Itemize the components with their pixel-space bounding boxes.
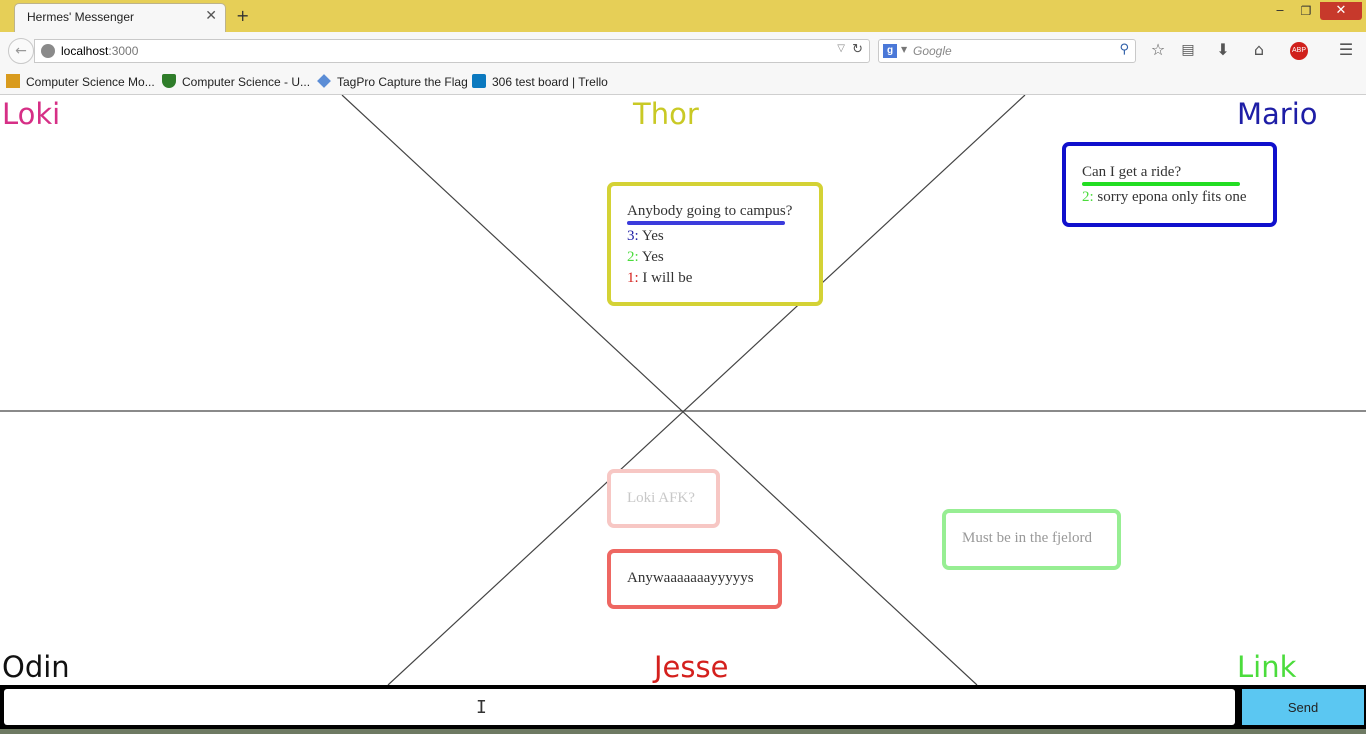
search-box[interactable]: g ▼ Google ⚲: [878, 39, 1136, 63]
composer-bar: Send: [0, 685, 1366, 729]
send-button[interactable]: Send: [1242, 689, 1364, 725]
search-icon[interactable]: ⚲: [1119, 42, 1129, 57]
reply-text: Yes: [641, 249, 664, 265]
tab-title: Hermes' Messenger: [27, 10, 134, 24]
message-input[interactable]: [4, 689, 1235, 725]
globe-icon: [41, 44, 55, 58]
window-close-icon[interactable]: ✕: [1320, 2, 1362, 20]
new-tab-icon[interactable]: +: [236, 6, 249, 25]
reply-number: 2:: [627, 249, 639, 265]
user-label-odin: Odin: [2, 650, 70, 684]
reload-icon[interactable]: ↻: [852, 42, 863, 57]
url-port: :3000: [108, 44, 139, 58]
message-text: Can I get a ride?: [1082, 164, 1182, 180]
tagpro-icon: [317, 74, 331, 88]
search-engine-dropdown-icon[interactable]: ▼: [901, 45, 907, 54]
reply-number: 1:: [627, 270, 639, 286]
bookmark-item[interactable]: TagPro Capture the Flag: [317, 74, 468, 89]
search-input[interactable]: Google: [913, 44, 952, 58]
bookmark-favicon-icon: [6, 74, 20, 88]
adblock-badge: ABP: [1290, 41, 1308, 60]
reply-text: Yes: [641, 228, 664, 244]
message-bubble-jesse[interactable]: Anywaaaaaaayyyyys: [607, 549, 782, 609]
shield-icon: [162, 74, 176, 88]
browser-tab[interactable]: Hermes' Messenger ✕: [14, 3, 226, 32]
message-question: Anybody going to campus?: [627, 203, 793, 225]
user-label-mario: Mario: [1237, 97, 1318, 131]
message-bubble-loki[interactable]: Loki AFK?: [607, 469, 720, 528]
message-text: Must be in the fjelord: [962, 530, 1092, 546]
browser-tab-bar: Hermes' Messenger ✕ + ‒ ❐ ✕: [0, 0, 1366, 32]
home-icon[interactable]: ⌂: [1248, 40, 1270, 62]
bookmark-star-icon[interactable]: ☆: [1147, 40, 1169, 62]
reply-line: 1: I will be: [627, 270, 819, 287]
adblock-icon[interactable]: ABP: [1284, 40, 1314, 62]
bookmark-label: 306 test board | Trello: [492, 75, 608, 89]
trello-icon: [472, 74, 486, 88]
question-underline: [1082, 182, 1240, 186]
message-question: Can I get a ride?: [1082, 164, 1240, 186]
reply-number: 3:: [627, 228, 639, 244]
bookmark-label: TagPro Capture the Flag: [337, 75, 468, 89]
message-bubble-mario[interactable]: Can I get a ride? 2: sorry epona only fi…: [1062, 142, 1277, 227]
reply-number: 2:: [1082, 189, 1094, 205]
reply-text: I will be: [642, 270, 693, 286]
close-tab-icon[interactable]: ✕: [205, 8, 217, 24]
bookmark-item[interactable]: Computer Science - U...: [162, 74, 310, 89]
message-bubble-thor[interactable]: Anybody going to campus? 3: Yes 2: Yes 1…: [607, 182, 823, 306]
messenger-canvas: Loki Thor Mario Odin Jesse Link Anybody …: [0, 95, 1366, 734]
google-icon[interactable]: g: [883, 44, 897, 58]
bookmark-label: Computer Science - U...: [182, 75, 311, 89]
user-label-thor: Thor: [633, 97, 699, 131]
hamburger-menu-icon[interactable]: ☰: [1335, 40, 1357, 62]
user-label-loki: Loki: [2, 97, 61, 131]
message-text: Loki AFK?: [627, 490, 695, 506]
message-text: Anybody going to campus?: [627, 203, 793, 219]
question-underline: [627, 221, 785, 225]
navigation-toolbar: ← localhost:3000 ▽ ↻ g ▼ Google ⚲ ☆ ▤ ⬇ …: [0, 32, 1366, 68]
reply-line: 3: Yes: [627, 228, 819, 245]
history-dropdown-icon[interactable]: ▽: [837, 43, 845, 54]
user-label-jesse: Jesse: [654, 650, 729, 684]
reply-text: sorry epona only fits one: [1097, 189, 1247, 205]
url-bar[interactable]: localhost:3000 ▽ ↻: [34, 39, 870, 63]
taskbar-strip: [0, 729, 1366, 734]
reply-line: 2: sorry epona only fits one: [1082, 189, 1273, 206]
minimize-icon[interactable]: ‒: [1268, 2, 1292, 20]
back-arrow-icon[interactable]: ←: [8, 38, 34, 64]
bookmarks-menu-icon[interactable]: ▤: [1177, 40, 1199, 62]
message-text: Anywaaaaaaayyyyys: [627, 570, 754, 586]
bookmark-label: Computer Science Mo...: [26, 75, 155, 89]
url-host: localhost: [61, 44, 109, 58]
bookmark-item[interactable]: Computer Science Mo...: [6, 74, 155, 89]
user-label-link: Link: [1237, 650, 1297, 684]
restore-icon[interactable]: ❐: [1294, 2, 1318, 20]
download-icon[interactable]: ⬇: [1212, 40, 1234, 62]
bookmarks-toolbar: Computer Science Mo... Computer Science …: [0, 68, 1366, 95]
url-text: localhost:3000: [61, 44, 138, 58]
message-bubble-link[interactable]: Must be in the fjelord: [942, 509, 1121, 570]
bookmark-item[interactable]: 306 test board | Trello: [472, 74, 608, 89]
reply-line: 2: Yes: [627, 249, 819, 266]
